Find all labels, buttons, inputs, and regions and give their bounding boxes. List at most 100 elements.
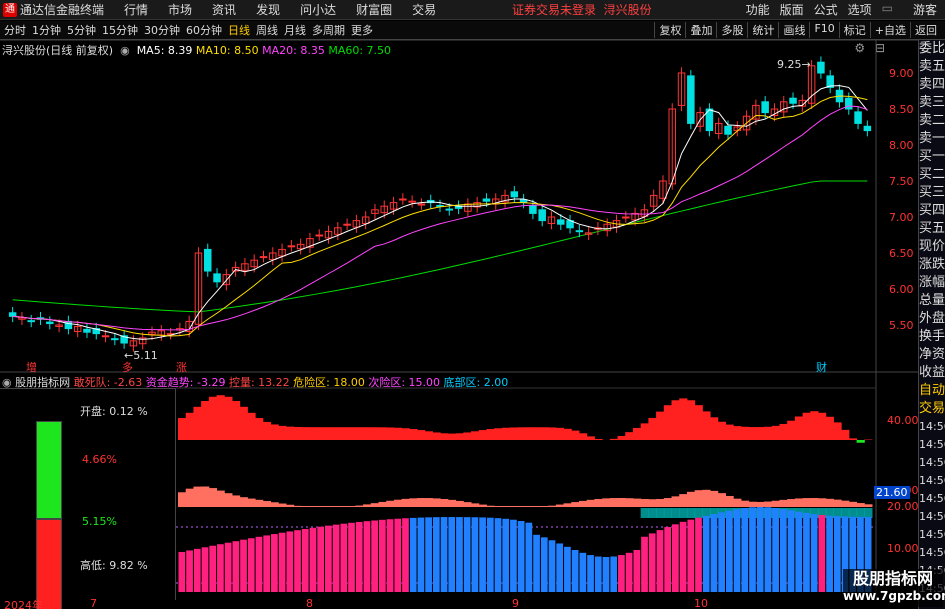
indicator-area-bar (848, 438, 858, 440)
indicator-tag: 21.60 (874, 486, 910, 499)
fund-bar (448, 517, 456, 592)
side-item-22[interactable]: 14:56 (919, 436, 945, 454)
side-item-26[interactable]: 14:56 (919, 508, 945, 526)
indicator-area-bar (740, 426, 750, 440)
fund-bar (471, 517, 479, 592)
control-area-bar (239, 497, 248, 507)
side-item-15[interactable]: 外盘 (919, 310, 945, 328)
side-item-1[interactable]: 卖五 (919, 58, 945, 76)
indicator-area-bar (216, 395, 225, 440)
side-item-0[interactable]: 委比 (919, 40, 945, 58)
indicator-area-bar (810, 411, 819, 440)
fund-bar (201, 547, 209, 592)
indicator-area-bar (262, 421, 272, 440)
control-area-bar (764, 501, 773, 507)
indicator-area-bar (231, 401, 241, 440)
side-item-11[interactable]: 现价 (919, 238, 945, 256)
candle-body (343, 223, 351, 226)
side-item-2[interactable]: 卖四 (919, 76, 945, 94)
fund-bar (502, 518, 510, 592)
side-item-16[interactable]: 换手 (919, 328, 945, 346)
side-item-12[interactable]: 涨跌 (919, 256, 945, 274)
side-item-18[interactable]: 收益 (919, 364, 945, 382)
side-item-13[interactable]: 涨幅 (919, 274, 945, 292)
fund-bar (309, 527, 317, 592)
indicator-area-bar (787, 420, 796, 440)
side-item-19[interactable]: 自动 (919, 382, 945, 400)
fund-bar (525, 522, 533, 592)
side-item-9[interactable]: 买四 (919, 202, 945, 220)
side-item-27[interactable]: 14:56 (919, 526, 945, 544)
candle-body (259, 256, 268, 259)
control-area-bar (586, 499, 595, 507)
candle-body (845, 97, 853, 110)
candle-body (213, 273, 221, 283)
candle-body (557, 219, 565, 225)
side-item-28[interactable]: 14:56 (919, 544, 945, 562)
indicator-tick: 20.00 (887, 500, 919, 513)
side-item-14[interactable]: 总量 (919, 292, 945, 310)
control-area-bar (841, 500, 850, 507)
control-area-bar (563, 503, 572, 507)
fund-bar (286, 531, 294, 592)
control-area-bar (494, 506, 503, 507)
side-item-10[interactable]: 买五 (919, 220, 945, 238)
side-item-5[interactable]: 卖一 (919, 130, 945, 148)
control-area-bar (393, 499, 403, 507)
side-item-20[interactable]: 交易 (919, 400, 945, 418)
side-item-25[interactable]: 14:56 (919, 490, 945, 508)
fund-bar (255, 536, 263, 592)
fund-bar (186, 550, 193, 592)
control-area-bar (810, 498, 819, 507)
fund-bar (633, 549, 641, 592)
candle-body (101, 335, 110, 338)
fund-bar (795, 511, 803, 592)
control-area-bar (224, 493, 233, 507)
ma20-line (12, 105, 868, 331)
side-item-24[interactable]: 14:56 (919, 472, 945, 490)
side-item-17[interactable]: 净资 (919, 346, 945, 364)
cyan-band-bar (663, 508, 673, 518)
control-area-bar (417, 498, 426, 507)
control-area-bar (247, 498, 256, 507)
indicator-area-bar (779, 423, 788, 440)
fund-bar (340, 523, 348, 592)
side-item-3[interactable]: 卖三 (919, 94, 945, 112)
side-item-6[interactable]: 买一 (919, 148, 945, 166)
control-area-bar (501, 506, 511, 507)
indicator-area-bar (856, 440, 865, 443)
indicator-area-bar (309, 427, 318, 440)
side-item-21[interactable]: 14:56 (919, 418, 945, 436)
control-area-bar (347, 506, 356, 507)
control-area-bar (486, 505, 495, 507)
side-item-4[interactable]: 卖二 (919, 112, 945, 130)
side-item-8[interactable]: 买三 (919, 184, 945, 202)
control-area-bar (332, 506, 341, 507)
cyan-band-bar (841, 508, 850, 518)
candle-body (399, 198, 407, 201)
side-item-23[interactable]: 14:56 (919, 454, 945, 472)
cyan-band-bar (656, 508, 665, 518)
indicator-area-bar (771, 425, 780, 440)
indicator-area-bar (339, 427, 349, 440)
control-area-bar (625, 498, 634, 507)
cyan-band-bar (679, 508, 688, 518)
indicator-area-bar (717, 421, 726, 440)
control-area-bar (440, 499, 449, 507)
side-item-7[interactable]: 买二 (919, 166, 945, 184)
control-area-bar (471, 503, 480, 507)
fund-bar (409, 517, 417, 592)
indicator-area-bar (818, 412, 827, 440)
candle-body (408, 200, 416, 203)
green-bar (36, 421, 62, 519)
control-area-bar (648, 499, 657, 507)
marker-zhang: 涨 (176, 361, 187, 374)
indicator-area-bar (370, 427, 379, 440)
fund-bar (803, 512, 810, 592)
control-area-bar (463, 502, 472, 507)
indicator-area-bar (540, 427, 549, 440)
indicator-area-bar (509, 427, 518, 440)
indicator-area-bar (548, 427, 557, 440)
control-area-bar (178, 492, 187, 507)
control-area-bar (525, 506, 534, 507)
